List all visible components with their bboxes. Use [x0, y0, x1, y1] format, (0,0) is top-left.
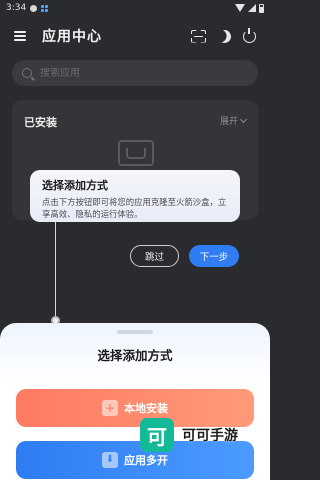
search-icon	[22, 68, 32, 78]
watermark: 可 可可手游	[140, 418, 238, 452]
chevron-down-icon	[239, 115, 248, 123]
app-notification-icon	[41, 4, 49, 12]
wifi-icon	[235, 4, 245, 12]
sheet-handle[interactable]	[117, 330, 153, 334]
page-title: 应用中心	[42, 29, 102, 45]
installed-title: 已安装	[24, 116, 57, 129]
menu-icon[interactable]	[14, 31, 26, 41]
sheet-title: 选择添加方式	[97, 348, 173, 363]
search-input[interactable]	[40, 67, 240, 79]
battery-icon	[259, 3, 264, 13]
message-notification-icon	[30, 4, 38, 12]
add-method-sheet: 选择添加方式 + 本地安装 ⬇ 应用多开	[0, 323, 270, 480]
guide-tooltip: 选择添加方式 点击下方按钮即可将您的应用克隆至火箭沙盒，立享高效、隐私的运行体验…	[30, 170, 240, 222]
scan-icon[interactable]	[191, 30, 206, 43]
watermark-text: 可可手游	[182, 428, 238, 444]
empty-box-icon	[118, 140, 154, 166]
tooltip-connector-line	[55, 222, 56, 320]
watermark-logo: 可	[140, 418, 174, 452]
status-bar: 3:34	[0, 0, 270, 16]
tooltip-description: 点击下方按钮即可将您的应用克隆至火箭沙盒，立享高效、隐私的运行体验。	[42, 197, 227, 219]
download-icon: ⬇	[102, 452, 118, 468]
header-actions	[191, 27, 256, 45]
signal-icon	[248, 4, 256, 12]
expand-label: 展开	[219, 117, 238, 127]
skip-button[interactable]: 跳过	[130, 245, 179, 267]
status-time: 3:34	[6, 3, 27, 13]
next-step-button[interactable]: 下一步	[189, 245, 239, 267]
plus-icon: +	[102, 400, 118, 416]
search-bar[interactable]	[12, 60, 258, 86]
local-install-label: 本地安装	[124, 402, 168, 415]
app-header: 应用中心	[0, 20, 270, 52]
tooltip-title: 选择添加方式	[42, 179, 108, 192]
power-icon[interactable]	[243, 27, 256, 43]
dark-mode-icon[interactable]	[216, 28, 233, 45]
expand-toggle[interactable]: 展开	[219, 114, 248, 127]
multi-open-label: 应用多开	[124, 454, 168, 467]
